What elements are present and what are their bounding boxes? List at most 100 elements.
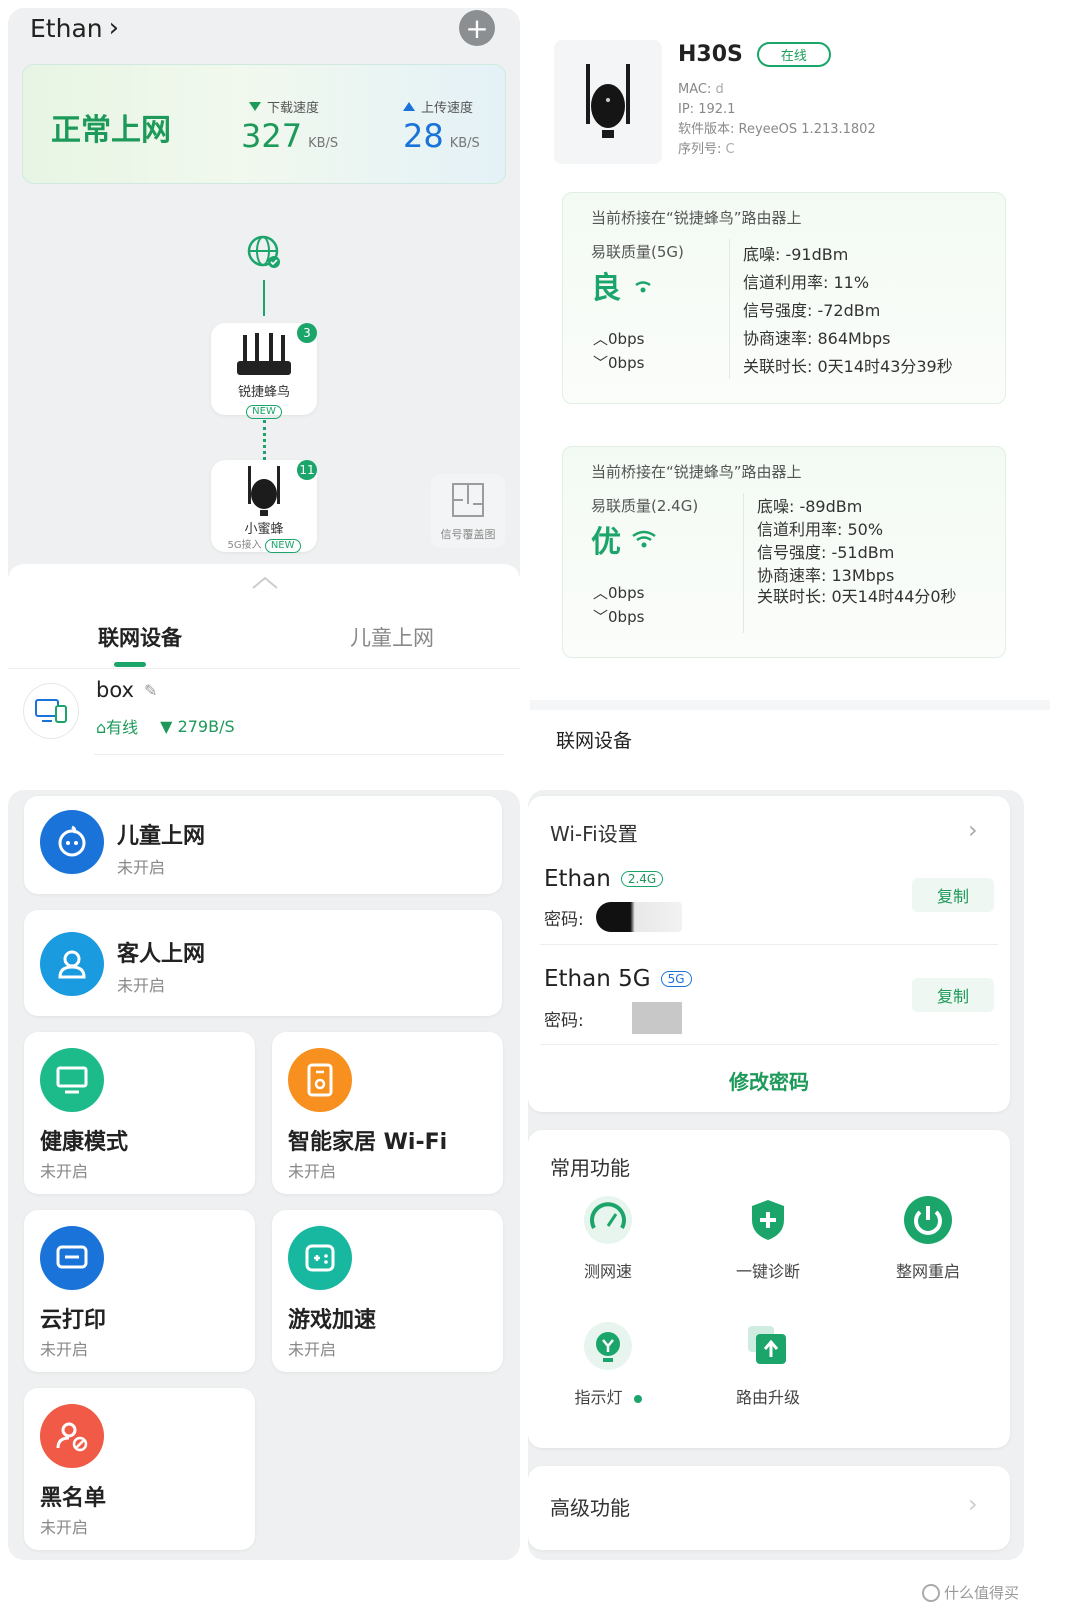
function-label: 测网速	[583, 1262, 632, 1281]
function-indicator-light[interactable]: 指示灯	[558, 1322, 658, 1412]
device-image	[554, 40, 662, 164]
feature-status: 未开启	[40, 1162, 89, 1181]
devices-section-label[interactable]: 联网设备	[556, 726, 632, 753]
download-arrow-icon: ▼	[160, 716, 178, 736]
noise-floor: 底噪: -89dBm	[757, 497, 863, 516]
tab-devices[interactable]: 联网设备	[98, 622, 182, 652]
new-tag: NEW	[264, 539, 301, 553]
upload-speed: 28 KB/S	[403, 117, 480, 155]
feature-status: 未开启	[40, 1340, 89, 1359]
function-firmware-upgrade[interactable]: 路由升级	[718, 1322, 818, 1412]
bridge-title: 当前桥接在“锐捷蜂鸟”路由器上	[591, 209, 802, 227]
divider	[540, 944, 998, 945]
power-icon	[904, 1196, 952, 1244]
downstream-rate: ﹀0bps	[593, 608, 645, 626]
copy-password-button[interactable]: 复制	[912, 978, 994, 1012]
feature-status: 未开启	[117, 858, 166, 877]
guest-user-icon	[40, 932, 104, 996]
device-avatar	[24, 684, 78, 738]
quality-label: 易联质量(2.4G)	[591, 497, 699, 515]
new-tag: NEW	[246, 405, 282, 419]
common-functions-title: 常用功能	[550, 1156, 630, 1180]
ssid-name: Ethan 5G	[544, 966, 651, 992]
password-mask	[631, 1002, 682, 1034]
feature-card-smart-home[interactable]: 智能家居 Wi-Fi 未开启	[272, 1032, 503, 1194]
feature-card-health[interactable]: 健康模式 未开启	[24, 1032, 255, 1194]
function-speed-test[interactable]: 测网速	[558, 1196, 658, 1286]
feature-status: 未开启	[288, 1162, 337, 1181]
monitor-icon	[40, 1048, 104, 1112]
downstream-rate: ﹀0bps	[593, 354, 645, 372]
feature-card-game-boost[interactable]: 游戏加速 未开启	[272, 1210, 503, 1372]
feature-title: 游戏加速	[288, 1308, 377, 1333]
add-device-button[interactable]: +	[459, 10, 495, 46]
ssid-name: Ethan	[544, 866, 611, 892]
bridge-title: 当前桥接在“锐捷蜂鸟”路由器上	[591, 463, 802, 481]
download-arrow-icon	[249, 101, 261, 111]
mac-row: MAC: d	[678, 82, 724, 97]
blacklist-icon	[40, 1404, 104, 1468]
edit-icon[interactable]: ✎	[144, 681, 157, 700]
mesh-router-icon	[248, 466, 280, 516]
function-label: 路由升级	[735, 1388, 800, 1407]
advanced-functions-card[interactable]: 高级功能 ›	[528, 1466, 1010, 1550]
printer-icon	[40, 1226, 104, 1290]
feature-card-blacklist[interactable]: 黑名单 未开启	[24, 1388, 255, 1550]
copy-password-button[interactable]: 复制	[912, 878, 994, 912]
feature-card-guest[interactable]: 客人上网 未开启	[24, 910, 502, 1016]
device-speed: ▼ 279B/S	[160, 716, 235, 736]
wifi-signal-icon	[635, 281, 651, 293]
coverage-map-button[interactable]: 信号覆盖图	[431, 474, 505, 548]
wifi-settings-title[interactable]: Wi-Fi设置	[550, 818, 638, 847]
password-label: 密码:	[544, 1010, 584, 1031]
function-diagnose[interactable]: 一键诊断	[718, 1196, 818, 1286]
feature-title: 智能家居 Wi-Fi	[288, 1130, 448, 1155]
client-count-badge: 11	[297, 460, 317, 480]
band-tag: 2.4G	[620, 871, 664, 887]
link-line-dotted	[263, 420, 266, 460]
upgrade-icon	[744, 1322, 792, 1370]
change-password-button[interactable]: 修改密码	[528, 1066, 1010, 1095]
smart-home-icon	[288, 1048, 352, 1112]
router-access-type: 5G接入	[227, 540, 262, 551]
connection-type: ⌂有线	[96, 718, 139, 737]
firmware-row: 软件版本: ReyeeOS 1.213.1802	[678, 122, 876, 137]
download-label: 下载速度	[249, 97, 319, 116]
serial-row: 序列号: C	[678, 142, 735, 157]
association-duration: 关联时长: 0天14时43分39秒	[743, 357, 953, 376]
function-restart[interactable]: 整网重启	[878, 1196, 978, 1286]
feature-status: 未开启	[117, 976, 166, 995]
router-icon	[237, 333, 291, 375]
function-label: 指示灯	[558, 1384, 658, 1408]
up-chevron-icon: ︿	[593, 584, 609, 602]
devices-icon	[35, 699, 67, 723]
down-chevron-icon: ﹀	[593, 608, 609, 626]
ip-row: IP: 192.1	[678, 102, 736, 117]
device-row[interactable]: box ✎ ⌂有线 ▼ 279B/S	[8, 676, 520, 760]
feature-status: 未开启	[40, 1518, 89, 1537]
watermark-logo-icon	[922, 1583, 940, 1602]
divider	[729, 239, 730, 379]
user-selector[interactable]: Ethan ›	[30, 10, 119, 46]
h30s-device-icon	[586, 64, 630, 138]
feature-card-cloud-print[interactable]: 云打印 未开启	[24, 1210, 255, 1372]
chevron-up-icon[interactable]	[251, 576, 279, 590]
features-panel: 儿童上网 未开启 客人上网 未开启 健康模式 未开启 智能家居 Wi-Fi 未开…	[8, 790, 520, 1560]
download-speed: 327 KB/S	[241, 117, 339, 155]
chevron-right-icon[interactable]: ›	[968, 816, 978, 844]
bridge-card-24g: 当前桥接在“锐捷蜂鸟”路由器上 易联质量(2.4G) 优 ︿0bps ﹀0bps…	[562, 446, 1006, 658]
negotiated-rate: 协商速率: 864Mbps	[743, 329, 891, 348]
feature-card-kids[interactable]: 儿童上网 未开启	[24, 796, 502, 894]
client-count-badge: 3	[297, 323, 317, 343]
device-info: MAC: d IP: 192.1 软件版本: ReyeeOS 1.213.180…	[678, 80, 876, 160]
link-stats: 底噪: -89dBm 信道利用率: 50% 信号强度: -51dBm 协商速率:…	[757, 495, 977, 607]
tab-kids[interactable]: 儿童上网	[350, 622, 434, 652]
device-name: box	[96, 678, 134, 702]
feature-title: 客人上网	[117, 942, 206, 967]
feature-title: 云打印	[40, 1308, 107, 1333]
child-face-icon	[40, 810, 104, 874]
link-line	[263, 280, 265, 316]
chevron-right-icon: ›	[968, 1490, 978, 1518]
lamp-icon	[584, 1322, 632, 1370]
feature-title: 儿童上网	[117, 824, 206, 849]
